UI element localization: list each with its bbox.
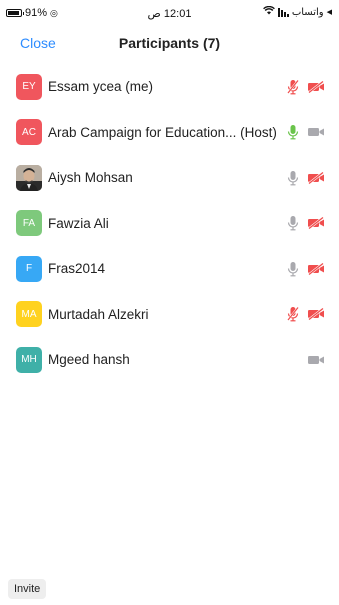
participant-name: Arab Campaign for Education... (Host) <box>48 124 277 140</box>
carrier-label: واتساب <box>291 6 324 18</box>
participant-status-icons <box>287 306 325 322</box>
invite-button[interactable]: Invite <box>8 579 47 599</box>
avatar: MH <box>16 346 42 373</box>
mic-muted-icon <box>287 306 299 322</box>
avatar: AC <box>16 119 42 146</box>
participant-row[interactable]: MA Murtadah Alzekri <box>0 292 339 338</box>
avatar: F <box>16 255 42 282</box>
mic-icon <box>287 261 299 277</box>
video-icon <box>307 126 325 138</box>
mic-active-icon <box>287 124 299 140</box>
nav-bar: Close Participants (7) <box>0 26 339 60</box>
back-to-app-icon: ◀ <box>326 9 332 16</box>
participant-status-icons <box>287 124 325 140</box>
video-off-icon <box>307 80 325 93</box>
video-off-icon <box>307 308 325 321</box>
mic-icon <box>287 215 299 231</box>
participant-name: Mgeed hansh <box>48 352 130 368</box>
avatar: EY <box>16 73 42 100</box>
video-icon <box>307 354 325 366</box>
status-right: ◀ واتساب <box>262 5 332 18</box>
participant-status-icons <box>287 261 325 277</box>
mic-icon <box>287 170 299 186</box>
participant-status-icons <box>287 79 325 95</box>
participant-name: Murtadah Alzekri <box>48 306 149 322</box>
participant-status-icons <box>287 215 325 231</box>
page-title: Participants (7) <box>118 35 221 51</box>
participant-row[interactable]: AC Arab Campaign for Education... (Host) <box>0 110 339 156</box>
status-bar: 91% ◎ 12:01 ص ◀ واتساب <box>0 0 339 26</box>
wifi-icon <box>262 5 275 18</box>
participant-row[interactable]: FA Fawzia Ali <box>0 201 339 247</box>
mic-muted-icon <box>287 79 299 95</box>
participant-status-icons <box>307 354 325 366</box>
participant-row[interactable]: F Fras2014 <box>0 246 339 292</box>
video-off-icon <box>307 171 325 184</box>
participant-name: Fras2014 <box>48 261 106 277</box>
participant-name: Essam ycea (me) <box>48 79 154 95</box>
participant-list: EY Essam ycea (me) AC Arab Campaign for Edu… <box>0 64 339 383</box>
participant-row[interactable]: MH Mgeed hansh <box>0 337 339 383</box>
avatar: MA <box>16 301 42 328</box>
signal-icon <box>277 7 289 17</box>
participant-status-icons <box>287 170 325 186</box>
avatar: FA <box>16 210 42 237</box>
participant-row[interactable]: EY Essam ycea (me) <box>0 64 339 110</box>
avatar-photo <box>16 164 42 191</box>
participant-name: Aiysh Mohsan <box>48 170 133 186</box>
video-off-icon <box>307 217 325 230</box>
video-off-icon <box>307 262 325 275</box>
participant-name: Fawzia Ali <box>48 215 109 231</box>
participant-row[interactable]: Aiysh Mohsan <box>0 155 339 201</box>
